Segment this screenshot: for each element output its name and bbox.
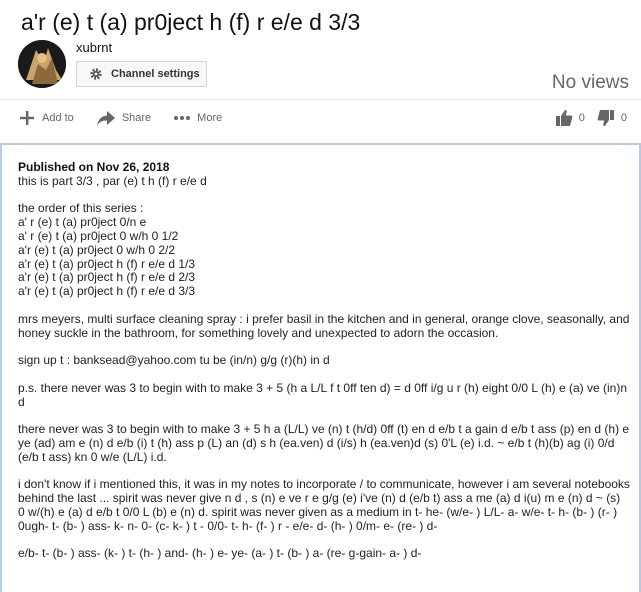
avatar-image [18,40,66,88]
like-count: 0 [578,112,585,124]
add-to-label: Add to [42,112,74,124]
series-item: a' r (e) t (a) pr0ject 0/n e [18,215,147,230]
add-to-button[interactable]: Add to [18,109,74,127]
share-icon [96,111,115,126]
series-heading: the order of this series : [18,201,144,216]
channel-avatar[interactable] [18,40,66,88]
description-paragraph: p.s. there never was 3 to begin with to … [18,380,627,409]
channel-settings-label: Channel settings [111,68,200,80]
video-description: Published on Nov 26, 2018 this is part 3… [18,160,630,561]
dislike-button[interactable]: 0 [597,109,627,127]
more-button[interactable]: More [173,112,222,124]
more-label: More [197,112,223,124]
gear-icon [90,68,102,80]
divider [0,99,641,100]
series-item: a'r (e) t (a) pr0ject 0 w/h 0 2/2 [18,242,176,257]
description-paragraph: i don't know if i mentioned this, it was… [18,477,630,533]
series-item: a'r (e) t (a) pr0ject h (f) r e/e d 1/3 [18,256,196,271]
thumbs-down-icon [597,110,614,126]
rating-bar: 0 0 [543,107,627,129]
description-paragraph: mrs meyers, multi surface cleaning spray… [18,311,630,340]
series-item: a'r (e) t (a) pr0ject h (f) r e/e d 2/3 [18,270,196,285]
description-signup: sign up t : banksead@yahoo.com tu be (in… [18,353,330,368]
share-label: Share [121,112,152,124]
series-item: a'r (e) t (a) pr0ject h (f) r e/e d 3/3 [18,284,196,299]
series-item: a' r (e) t (a) pr0ject 0 w/h 0 1/2 [18,228,179,243]
channel-name[interactable]: xubrnt [76,40,112,55]
description-paragraph: there never was 3 to begin with to make … [18,422,630,464]
view-count: No views [551,72,629,93]
channel-settings-button[interactable]: Channel settings [76,61,207,87]
description-paragraph: e/b- t- (b- ) ass- (k- ) t- (h- ) and- (… [18,546,422,561]
published-date: Published on Nov 26, 2018 [18,160,170,174]
description-intro: this is part 3/3 , par (e) t h (f) r e/e… [18,173,207,188]
like-button[interactable]: 0 [555,109,585,127]
plus-icon [20,111,34,125]
thumbs-up-icon [555,110,573,126]
share-button[interactable]: Share [96,109,151,127]
more-dots-icon [174,116,191,120]
dislike-count: 0 [620,112,627,124]
video-title: a'r (e) t (a) pr0ject h (f) r e/e d 3/3 [21,9,361,35]
action-bar: Add to Share More [18,107,244,129]
